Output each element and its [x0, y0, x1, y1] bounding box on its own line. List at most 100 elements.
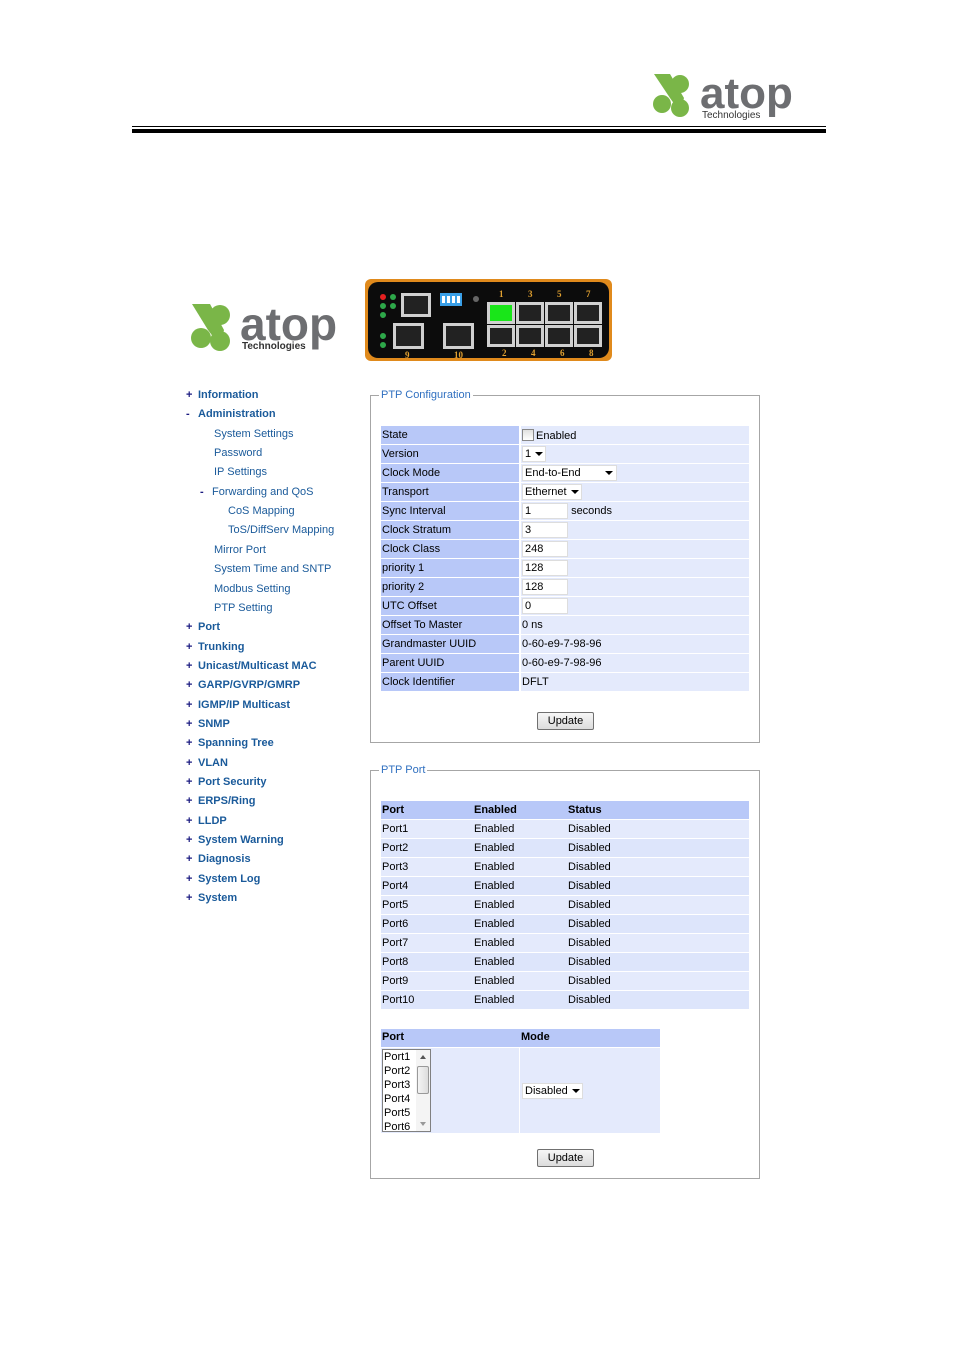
utc-offset-input[interactable]: 0: [522, 598, 568, 614]
sidebar-item-label: Mirror Port: [214, 543, 266, 556]
priority2-input[interactable]: 128: [522, 579, 568, 595]
expand-icon[interactable]: +: [186, 678, 198, 692]
scroll-thumb[interactable]: [417, 1066, 429, 1094]
sync-interval-input[interactable]: 1: [522, 503, 568, 519]
state-enabled-checkbox[interactable]: [522, 428, 534, 441]
expand-icon[interactable]: +: [186, 852, 198, 866]
version-select[interactable]: 1: [522, 446, 547, 462]
scroll-up-icon[interactable]: [420, 1055, 426, 1059]
sidebar-item-tos-diffserv-mapping[interactable]: ToS/DiffServ Mapping: [228, 523, 334, 537]
sidebar-item-forwarding-and-qos[interactable]: - Forwarding and QoS: [200, 485, 314, 499]
expand-icon[interactable]: +: [186, 756, 198, 770]
row-clock-identifier: Clock Identifier DFLT: [381, 673, 749, 692]
expand-icon[interactable]: +: [186, 717, 198, 731]
port-8-icon[interactable]: [574, 325, 602, 347]
collapse-icon[interactable]: -: [200, 485, 212, 499]
port-6-icon[interactable]: [545, 325, 573, 347]
sidebar-item-ptp-setting[interactable]: PTP Setting: [214, 601, 273, 615]
expand-icon[interactable]: +: [186, 775, 198, 789]
expand-icon[interactable]: +: [186, 388, 198, 402]
sidebar-item-administration[interactable]: - Administration: [186, 407, 276, 421]
port-2-icon[interactable]: [487, 325, 515, 347]
port-4-icon[interactable]: [516, 325, 544, 347]
expand-icon[interactable]: +: [186, 794, 198, 808]
cell-port: Port8: [381, 953, 473, 972]
sidebar-item-port-security[interactable]: + Port Security: [186, 775, 266, 789]
sidebar-item-cos-mapping[interactable]: CoS Mapping: [228, 504, 295, 518]
sidebar-item-label: Forwarding and QoS: [212, 485, 314, 498]
atop-logo-icon: atop Technologies: [653, 69, 793, 121]
sidebar-item-lldp[interactable]: + LLDP: [186, 814, 227, 828]
reset-button-icon: [473, 296, 479, 302]
sidebar-item-vlan[interactable]: + VLAN: [186, 756, 228, 770]
sidebar-item-information[interactable]: + Information: [186, 388, 259, 402]
clock-mode-select[interactable]: End-to-End: [522, 465, 617, 481]
sidebar-item-mirror-port[interactable]: Mirror Port: [214, 543, 266, 557]
sidebar-item-password[interactable]: Password: [214, 446, 262, 460]
port-9-icon[interactable]: [393, 323, 424, 349]
ptp-port-legend: PTP Port: [379, 763, 428, 777]
sidebar-item-label: ToS/DiffServ Mapping: [228, 524, 335, 537]
priority1-input[interactable]: 128: [522, 560, 568, 576]
sidebar-item-label: Information: [198, 389, 259, 401]
port-5-icon[interactable]: [545, 302, 573, 324]
port-label: 1: [499, 289, 504, 299]
expand-icon[interactable]: +: [186, 659, 198, 673]
port-label: 6: [560, 348, 565, 358]
collapse-icon[interactable]: -: [186, 407, 198, 421]
ptp-config-table: State Enabled Version 1 Clock Mode End-t…: [381, 426, 749, 692]
sidebar-item-snmp[interactable]: + SNMP: [186, 717, 230, 731]
clock-stratum-input[interactable]: 3: [522, 522, 568, 538]
cell-port: Port1: [381, 820, 473, 839]
sidebar-item-erps-ring[interactable]: + ERPS/Ring: [186, 794, 255, 808]
port-1-icon[interactable]: [487, 302, 515, 324]
listbox-scrollbar[interactable]: [416, 1050, 430, 1131]
sidebar-item-system-warning[interactable]: + System Warning: [186, 833, 284, 847]
sidebar-item-unicast-multicast-mac[interactable]: + Unicast/Multicast MAC: [186, 659, 317, 673]
sidebar-item-port[interactable]: + Port: [186, 620, 220, 634]
table-row: Port9 Enabled Disabled: [381, 972, 749, 991]
chevron-down-icon: [535, 452, 544, 457]
port-3-icon[interactable]: [516, 302, 544, 324]
sidebar-item-diagnosis[interactable]: + Diagnosis: [186, 852, 251, 866]
sidebar-item-modbus-setting[interactable]: Modbus Setting: [214, 582, 290, 596]
cell-enabled: Enabled: [473, 839, 567, 858]
column-header-port: Port: [382, 1031, 404, 1043]
port-label: 3: [528, 289, 533, 299]
sidebar-item-system[interactable]: + System: [186, 891, 237, 905]
expand-icon[interactable]: +: [186, 833, 198, 847]
port-7-icon[interactable]: [574, 302, 602, 324]
sidebar-item-garp-gvrp-gmrp[interactable]: + GARP/GVRP/GMRP: [186, 678, 300, 692]
clock-stratum-label: Clock Stratum: [381, 521, 521, 540]
port-mode-select[interactable]: Disabled: [522, 1083, 583, 1099]
clock-class-input[interactable]: 248: [522, 541, 568, 557]
sidebar-item-label: Diagnosis: [198, 853, 251, 866]
table-row: Port8 Enabled Disabled: [381, 953, 749, 972]
transport-select[interactable]: Ethernet: [522, 484, 582, 500]
expand-icon[interactable]: +: [186, 814, 198, 828]
sidebar-item-label: VLAN: [198, 756, 228, 769]
expand-icon[interactable]: +: [186, 872, 198, 886]
expand-icon[interactable]: +: [186, 640, 198, 654]
sidebar-item-system-settings[interactable]: System Settings: [214, 427, 293, 441]
sidebar-item-trunking[interactable]: + Trunking: [186, 640, 244, 654]
clock-identifier-value: DFLT: [521, 673, 749, 692]
expand-icon[interactable]: +: [186, 620, 198, 634]
led-icon: [390, 294, 396, 300]
expand-icon[interactable]: +: [186, 891, 198, 905]
row-transport: Transport Ethernet: [381, 483, 749, 502]
expand-icon[interactable]: +: [186, 698, 198, 712]
sidebar-item-system-log[interactable]: + System Log: [186, 872, 260, 886]
column-header-enabled: Enabled: [473, 801, 567, 820]
sidebar-item-igmp-ip-multicast[interactable]: + IGMP/IP Multicast: [186, 698, 290, 712]
ptp-config-update-button[interactable]: Update: [537, 712, 594, 730]
port-listbox[interactable]: Port1 Port2 Port3 Port4 Port5 Port6: [382, 1049, 431, 1132]
sidebar-item-ip-settings[interactable]: IP Settings: [214, 465, 267, 479]
cell-status: Disabled: [567, 839, 749, 858]
sidebar-item-spanning-tree[interactable]: + Spanning Tree: [186, 736, 274, 750]
scroll-down-icon[interactable]: [420, 1122, 426, 1126]
expand-icon[interactable]: +: [186, 736, 198, 750]
sidebar-item-system-time-and-sntp[interactable]: System Time and SNTP: [214, 562, 331, 576]
ptp-port-update-button[interactable]: Update: [537, 1149, 594, 1167]
port-10-icon[interactable]: [443, 323, 474, 349]
